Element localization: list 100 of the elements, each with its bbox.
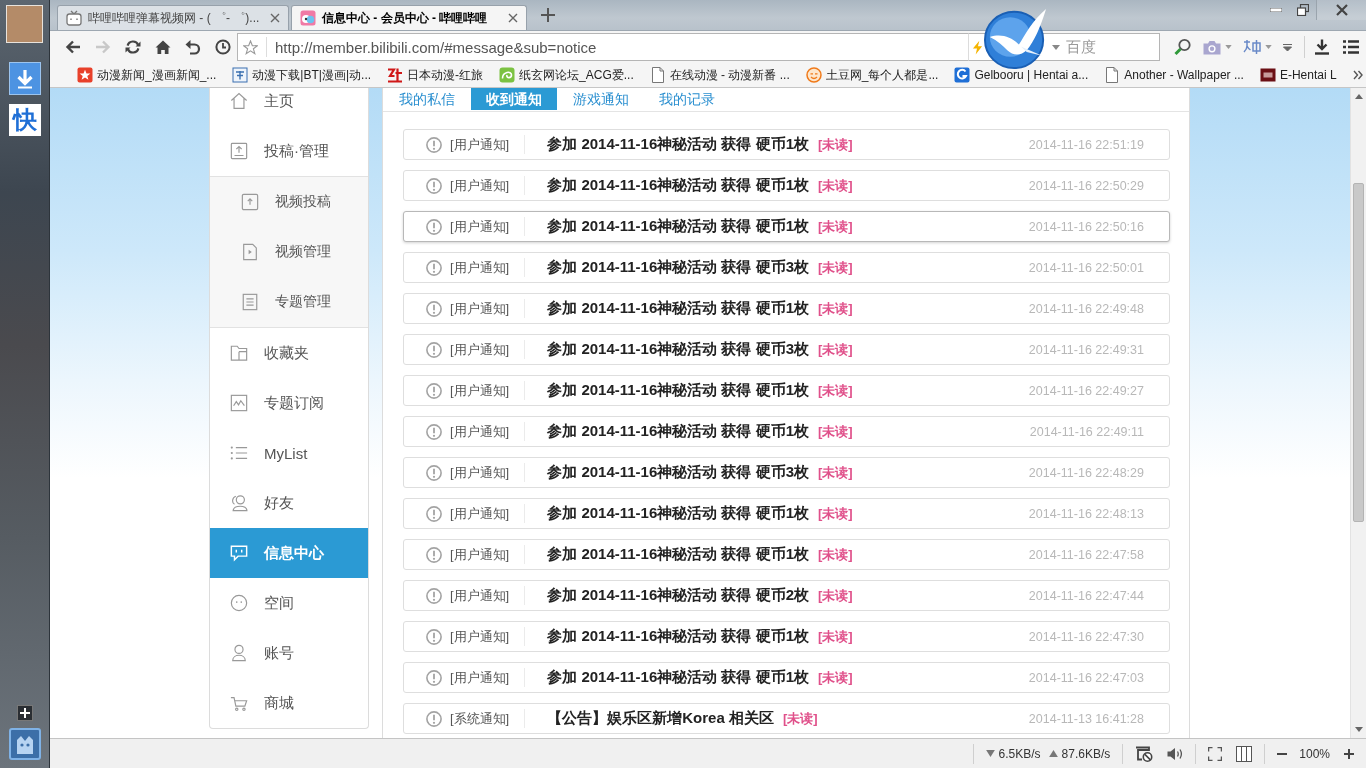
- notice-time: 2014-11-16 22:50:16: [1028, 219, 1144, 234]
- arc-favicon-icon: [954, 67, 971, 83]
- notice-row[interactable]: [用户通知] 参加 2014-11-16神秘活动 获得 硬币1枚 [未读] 2014-11-16 22:49:48: [403, 293, 1170, 324]
- sidebar-item[interactable]: 商城: [210, 678, 368, 728]
- sidebar-item[interactable]: 空间: [210, 578, 368, 628]
- scrollbar[interactable]: [1350, 88, 1366, 738]
- bookmark-link[interactable]: 纸玄网论坛_ACG爱...: [499, 66, 634, 84]
- notice-title[interactable]: 参加 2014-11-16神秘活动 获得 硬币1枚: [547, 217, 809, 236]
- close-button[interactable]: [1316, 0, 1366, 20]
- fullscreen-icon[interactable]: [1208, 746, 1223, 761]
- sidebar-item[interactable]: 专题订阅: [210, 378, 368, 428]
- block-window-icon[interactable]: [1135, 745, 1154, 762]
- sidebar-item[interactable]: 视频投稿: [210, 177, 368, 227]
- zoom-level[interactable]: 100%: [1299, 746, 1330, 761]
- minus-icon[interactable]: [1277, 752, 1288, 755]
- bookmark-link[interactable]: Gelbooru | Hentai a...: [954, 67, 1089, 83]
- browser-tab[interactable]: 哔哩哔哩弹幕视频网 - ( ゜- ゜)...: [57, 5, 289, 30]
- sidebar-item[interactable]: 主页: [210, 88, 368, 126]
- notice-row[interactable]: [用户通知] 参加 2014-11-16神秘活动 获得 硬币3枚 [未读] 2014-11-16 22:50:01: [403, 252, 1170, 283]
- notice-title[interactable]: 参加 2014-11-16神秘活动 获得 硬币1枚: [547, 627, 809, 646]
- notice-row[interactable]: [用户通知] 参加 2014-11-16神秘活动 获得 硬币3枚 [未读] 2014-11-16 22:48:29: [403, 457, 1170, 488]
- bookmark-link[interactable]: 动漫新闻_漫画新闻_...: [77, 66, 217, 84]
- download-button[interactable]: [8, 62, 41, 95]
- new-tab-button[interactable]: [540, 7, 556, 23]
- caret-icon[interactable]: [1225, 45, 1232, 49]
- notice-time: 2014-11-16 22:50:29: [1028, 178, 1144, 193]
- add-button[interactable]: [16, 705, 33, 721]
- bookmark-link[interactable]: 动漫下载|BT|漫画|动...: [232, 66, 372, 84]
- download-icon[interactable]: [1314, 39, 1330, 55]
- bookmark-link[interactable]: 土豆网_每个人都是...: [805, 66, 939, 84]
- sidebar-item[interactable]: 投稿·管理: [210, 126, 368, 176]
- browser-tab[interactable]: 信息中心 - 会员中心 - 哔哩哔哩: [291, 5, 527, 30]
- menu-icon[interactable]: [1343, 40, 1359, 54]
- notice-time: 2014-11-16 22:47:03: [1028, 670, 1144, 685]
- face-icon: [230, 594, 248, 612]
- sidebar-item[interactable]: MyList: [210, 428, 368, 478]
- notice-row[interactable]: [用户通知] 参加 2014-11-16神秘活动 获得 硬币1枚 [未读] 2014-11-16 22:49:27: [403, 375, 1170, 406]
- notice-row[interactable]: [用户通知] 参加 2014-11-16神秘活动 获得 硬币1枚 [未读] 2014-11-16 22:47:30: [403, 621, 1170, 652]
- notice-category: [用户通知]: [450, 340, 510, 359]
- arrow-down-icon[interactable]: [1354, 727, 1363, 732]
- notice-title[interactable]: 参加 2014-11-16神秘活动 获得 硬币3枚: [547, 463, 809, 482]
- notice-row[interactable]: [用户通知] 参加 2014-11-16神秘活动 获得 硬币1枚 [未读] 2014-11-16 22:49:11: [403, 416, 1170, 447]
- folder-icon: [230, 344, 248, 362]
- notice-time: 2014-11-16 22:47:44: [1028, 588, 1144, 603]
- app-icon[interactable]: [8, 728, 41, 760]
- close-icon[interactable]: [270, 13, 280, 23]
- quick-tile[interactable]: 快: [8, 104, 41, 136]
- notice-title[interactable]: 【公告】娱乐区新增Korea 相关区: [547, 709, 774, 728]
- notice-row[interactable]: [用户通知] 参加 2014-11-16神秘活动 获得 硬币1枚 [未读] 2014-11-16 22:50:16: [403, 211, 1170, 242]
- caret-icon[interactable]: [1265, 45, 1272, 49]
- notice-row[interactable]: [系统通知] 【公告】娱乐区新增Korea 相关区 [未读] 2014-11-13 16:41:28: [403, 703, 1170, 734]
- notice-row[interactable]: [用户通知] 参加 2014-11-16神秘活动 获得 硬币1枚 [未读] 2014-11-16 22:48:13: [403, 498, 1170, 529]
- bookmark-link[interactable]: E-Hentai L: [1259, 67, 1337, 83]
- notice-title[interactable]: 参加 2014-11-16神秘活动 获得 硬币1枚: [547, 135, 809, 154]
- notice-row[interactable]: [用户通知] 参加 2014-11-16神秘活动 获得 硬币1枚 [未读] 2014-11-16 22:50:29: [403, 170, 1170, 201]
- sidebar-item[interactable]: 好友: [210, 478, 368, 528]
- people-icon: [230, 494, 248, 512]
- bookmark-link[interactable]: Another - Wallpaper ...: [1104, 67, 1244, 83]
- notice-category: [用户通知]: [450, 463, 510, 482]
- notice-title[interactable]: 参加 2014-11-16神秘活动 获得 硬币1枚: [547, 299, 809, 318]
- notice-title[interactable]: 参加 2014-11-16神秘活动 获得 硬币1枚: [547, 381, 809, 400]
- magnifier-icon[interactable]: [1174, 38, 1192, 56]
- arrow-up-icon[interactable]: [1354, 94, 1363, 99]
- unread-label: [未读]: [818, 504, 853, 523]
- notice-row[interactable]: [用户通知] 参加 2014-11-16神秘活动 获得 硬币1枚 [未读] 2014-11-16 22:51:19: [403, 129, 1170, 160]
- columns-icon[interactable]: [1236, 745, 1253, 762]
- notice-row[interactable]: [用户通知] 参加 2014-11-16神秘活动 获得 硬币2枚 [未读] 2014-11-16 22:47:44: [403, 580, 1170, 611]
- translate-icon[interactable]: [1243, 39, 1261, 55]
- star-icon[interactable]: [243, 39, 258, 55]
- close-icon[interactable]: [508, 13, 518, 23]
- address-field[interactable]: http://member.bilibili.com/#message&sub=notice: [237, 33, 968, 61]
- notice-title[interactable]: 参加 2014-11-16神秘活动 获得 硬币1枚: [547, 176, 809, 195]
- bird-icon[interactable]: [984, 7, 1048, 69]
- sidebar-item[interactable]: 专题管理: [210, 277, 368, 327]
- notice-title[interactable]: 参加 2014-11-16神秘活动 获得 硬币3枚: [547, 340, 809, 359]
- chevron-right-icon[interactable]: [1352, 70, 1363, 80]
- sidebar-item[interactable]: 视频管理: [210, 227, 368, 277]
- notice-title[interactable]: 参加 2014-11-16神秘活动 获得 硬币3枚: [547, 258, 809, 277]
- bookmark-link[interactable]: 在线动漫 - 动漫新番 ...: [649, 66, 790, 84]
- notice-title[interactable]: 参加 2014-11-16神秘活动 获得 硬币1枚: [547, 422, 809, 441]
- message-tab[interactable]: 游戏通知: [558, 88, 644, 110]
- notice-title[interactable]: 参加 2014-11-16神秘活动 获得 硬币1枚: [547, 504, 809, 523]
- caret-icon[interactable]: [1052, 44, 1060, 50]
- plus-icon[interactable]: [1344, 748, 1354, 759]
- notice-row[interactable]: [用户通知] 参加 2014-11-16神秘活动 获得 硬币3枚 [未读] 2014-11-16 22:49:31: [403, 334, 1170, 365]
- unread-label: [未读]: [818, 340, 853, 359]
- message-tab[interactable]: 我的记录: [644, 88, 730, 110]
- dropdown-icon[interactable]: [1283, 43, 1292, 51]
- notice-row[interactable]: [用户通知] 参加 2014-11-16神秘活动 获得 硬币1枚 [未读] 2014-11-16 22:47:58: [403, 539, 1170, 570]
- notice-title[interactable]: 参加 2014-11-16神秘活动 获得 硬币2枚: [547, 586, 809, 605]
- sidebar-item[interactable]: 收藏夹: [210, 328, 368, 378]
- scrollbar-thumb[interactable]: [1353, 183, 1364, 522]
- notice-title[interactable]: 参加 2014-11-16神秘活动 获得 硬币1枚: [547, 668, 809, 687]
- notice-row[interactable]: [用户通知] 参加 2014-11-16神秘活动 获得 硬币1枚 [未读] 2014-11-16 22:47:03: [403, 662, 1170, 693]
- sidebar-item[interactable]: 账号: [210, 628, 368, 678]
- notice-title[interactable]: 参加 2014-11-16神秘活动 获得 硬币1枚: [547, 545, 809, 564]
- bookmark-link[interactable]: 日本动漫-红旅: [387, 66, 484, 84]
- message-tab[interactable]: 我的私信: [384, 88, 470, 110]
- swirl-favicon-icon: [499, 67, 516, 83]
- speaker-icon[interactable]: [1167, 746, 1184, 761]
